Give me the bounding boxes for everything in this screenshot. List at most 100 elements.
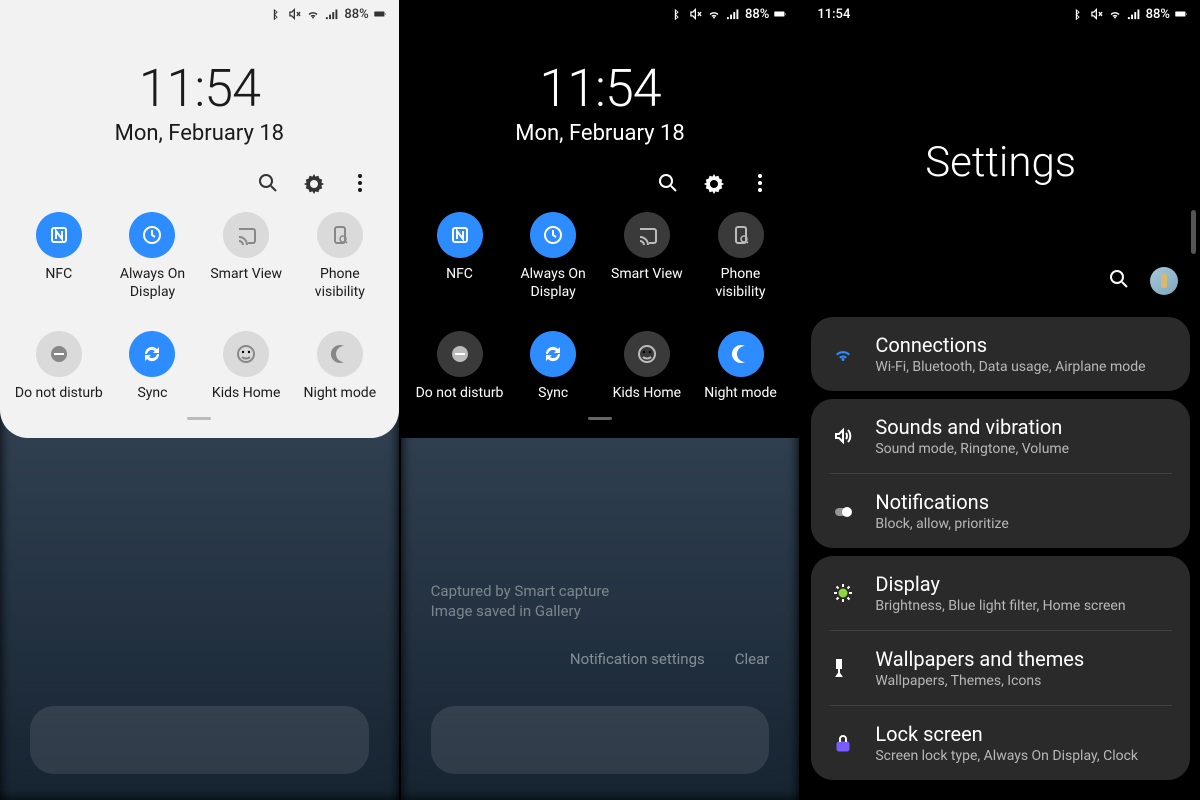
- toggle-label: Night mode: [304, 385, 377, 403]
- cast-icon: [624, 212, 670, 258]
- bluetooth-icon: [1072, 7, 1086, 21]
- overflow-menu-icon[interactable]: [749, 172, 771, 194]
- quick-toggle-grid: NFC Always On Display Smart View Phone v…: [401, 212, 800, 403]
- scroll-indicator[interactable]: [1191, 210, 1196, 254]
- toggle-label: Phone visibility: [295, 266, 385, 301]
- toggle-sync[interactable]: Sync: [106, 331, 200, 403]
- toggle-label: Smart View: [611, 266, 683, 284]
- settings-row-connections[interactable]: Connections Wi-Fi, Bluetooth, Data usage…: [811, 317, 1190, 391]
- settings-group: Connections Wi-Fi, Bluetooth, Data usage…: [811, 317, 1190, 391]
- toggle-smart-view[interactable]: Smart View: [199, 212, 293, 301]
- notification-toggle-icon: [829, 500, 857, 522]
- row-title: Lock screen: [875, 722, 1138, 746]
- bluetooth-icon: [671, 7, 685, 21]
- page-title: Settings: [801, 138, 1200, 187]
- notification-actions: Notification settings Clear: [431, 650, 770, 668]
- battery-percent: 88%: [1146, 7, 1170, 22]
- sync-icon: [530, 331, 576, 377]
- toggle-nfc[interactable]: NFC: [12, 212, 106, 301]
- gear-icon[interactable]: [703, 172, 725, 194]
- toggle-always-on-display[interactable]: Always On Display: [506, 212, 600, 301]
- toggle-nfc[interactable]: NFC: [413, 212, 507, 301]
- settings-row-lock-screen[interactable]: Lock screen Screen lock type, Always On …: [811, 706, 1190, 780]
- row-subtitle: Sound mode, Ringtone, Volume: [875, 441, 1069, 457]
- gear-icon[interactable]: [303, 172, 325, 194]
- clock-time: 11:54: [0, 58, 399, 119]
- toggle-label: Do not disturb: [416, 385, 504, 403]
- settings-row-wallpapers[interactable]: Wallpapers and themes Wallpapers, Themes…: [811, 631, 1190, 705]
- settings-row-notifications[interactable]: Notifications Block, allow, prioritize: [811, 474, 1190, 548]
- status-time: 11:54: [813, 7, 850, 22]
- toggle-always-on-display[interactable]: Always On Display: [106, 212, 200, 301]
- bluetooth-icon: [270, 7, 284, 21]
- toggle-kids-home[interactable]: Kids Home: [199, 331, 293, 403]
- kids-home-icon: [624, 331, 670, 377]
- battery-icon: [373, 7, 387, 21]
- search-icon[interactable]: [1108, 268, 1130, 294]
- dnd-icon: [36, 331, 82, 377]
- battery-icon: [773, 7, 787, 21]
- toggle-label: NFC: [446, 266, 473, 284]
- row-title: Sounds and vibration: [875, 415, 1069, 439]
- kids-home-icon: [223, 331, 269, 377]
- settings-row-display[interactable]: Display Brightness, Blue light filter, H…: [811, 556, 1190, 630]
- toggle-sync[interactable]: Sync: [506, 331, 600, 403]
- overflow-menu-icon[interactable]: [349, 172, 371, 194]
- panel-drag-handle[interactable]: [588, 417, 612, 420]
- toggle-label: Night mode: [704, 385, 777, 403]
- mute-icon: [288, 7, 302, 21]
- toggle-phone-visibility[interactable]: Phone visibility: [293, 212, 387, 301]
- toggle-do-not-disturb[interactable]: Do not disturb: [12, 331, 106, 403]
- clock-date: Mon, February 18: [401, 121, 800, 146]
- toggle-night-mode[interactable]: Night mode: [293, 331, 387, 403]
- wifi-icon: [707, 7, 721, 21]
- battery-percent: 88%: [745, 7, 769, 22]
- toggle-label: NFC: [45, 266, 72, 284]
- wifi-icon: [306, 7, 320, 21]
- clock-icon: [129, 212, 175, 258]
- row-subtitle: Brightness, Blue light filter, Home scre…: [875, 598, 1125, 614]
- quick-settings-panel: 88% 11:54 Mon, February 18 NFC Always On…: [401, 0, 800, 438]
- wifi-icon: [1108, 7, 1122, 21]
- toggle-label: Phone visibility: [696, 266, 786, 301]
- settings-action-row: [801, 187, 1200, 309]
- toggle-smart-view[interactable]: Smart View: [600, 212, 694, 301]
- wifi-icon: [829, 343, 857, 365]
- status-bar: 11:54 88%: [801, 0, 1200, 28]
- toggle-label: Do not disturb: [15, 385, 103, 403]
- toggle-label: Always On Display: [508, 266, 598, 301]
- row-title: Display: [875, 572, 1125, 596]
- settings-group: Display Brightness, Blue light filter, H…: [811, 556, 1190, 780]
- signal-icon: [324, 7, 338, 21]
- panel-action-row: [0, 146, 399, 212]
- account-avatar[interactable]: [1150, 267, 1178, 295]
- settings-row-sounds[interactable]: Sounds and vibration Sound mode, Rington…: [811, 399, 1190, 473]
- clock-date: Mon, February 18: [0, 121, 399, 146]
- panel-drag-handle[interactable]: [187, 417, 211, 420]
- status-bar: 88%: [401, 0, 800, 28]
- toggle-night-mode[interactable]: Night mode: [694, 331, 788, 403]
- row-subtitle: Screen lock type, Always On Display, Clo…: [875, 748, 1138, 764]
- toggle-phone-visibility[interactable]: Phone visibility: [694, 212, 788, 301]
- clock-time: 11:54: [401, 58, 800, 119]
- search-icon[interactable]: [657, 172, 679, 194]
- row-title: Wallpapers and themes: [875, 647, 1084, 671]
- volume-icon: [829, 425, 857, 447]
- toggle-label: Always On Display: [107, 266, 197, 301]
- mute-icon: [1090, 7, 1104, 21]
- clear-button[interactable]: Clear: [735, 650, 770, 668]
- cast-icon: [223, 212, 269, 258]
- lock-icon: [829, 732, 857, 754]
- toggle-label: Sync: [137, 385, 167, 403]
- notification-settings-button[interactable]: Notification settings: [570, 650, 705, 668]
- row-subtitle: Wi-Fi, Bluetooth, Data usage, Airplane m…: [875, 359, 1145, 375]
- row-title: Connections: [875, 333, 1145, 357]
- search-icon[interactable]: [257, 172, 279, 194]
- toggle-kids-home[interactable]: Kids Home: [600, 331, 694, 403]
- notification-body: Image saved in Gallery: [431, 602, 770, 620]
- toggle-do-not-disturb[interactable]: Do not disturb: [413, 331, 507, 403]
- toggle-label: Kids Home: [613, 385, 681, 403]
- phone-dark-quicksettings: Captured by Smart capture Image saved in…: [399, 0, 800, 800]
- sync-icon: [129, 331, 175, 377]
- row-subtitle: Block, allow, prioritize: [875, 516, 1008, 532]
